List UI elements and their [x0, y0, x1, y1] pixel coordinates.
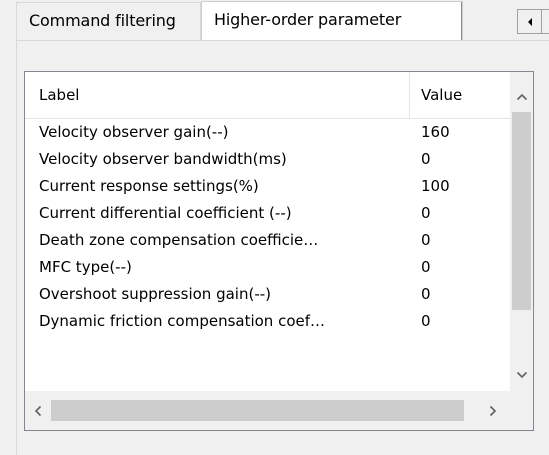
tab-label: Command filtering — [29, 11, 176, 30]
tab-scroll-right-button[interactable] — [542, 9, 549, 34]
table-row[interactable]: Current response settings(%) 100 — [25, 173, 510, 200]
vertical-scrollbar[interactable] — [510, 72, 533, 391]
scrollbar-corner — [510, 391, 533, 430]
triangle-left-icon — [527, 17, 532, 26]
table-header: Label Value — [25, 72, 510, 119]
horizontal-scroll-thumb[interactable] — [51, 400, 464, 421]
row-value[interactable]: 0 — [421, 227, 505, 254]
tab-higher-order-parameter[interactable]: Higher-order parameter — [201, 1, 463, 41]
row-value[interactable]: 160 — [421, 119, 505, 146]
row-value[interactable]: 0 — [421, 254, 505, 281]
row-value[interactable]: 100 — [421, 173, 505, 200]
column-header-value[interactable]: Value — [421, 72, 462, 118]
row-label: Velocity observer gain(--) — [39, 123, 229, 141]
row-label: MFC type(--) — [39, 258, 132, 276]
chevron-up-icon — [516, 93, 527, 101]
chevron-left-icon — [34, 405, 42, 416]
row-label: Death zone compensation coefficie… — [39, 231, 319, 249]
tab-scroll-buttons — [517, 9, 549, 34]
row-value[interactable]: 0 — [421, 146, 505, 173]
row-value[interactable]: 0 — [421, 281, 505, 308]
row-label: Overshoot suppression gain(--) — [39, 285, 272, 303]
parameter-table: Label Value Velocity observer gain(--) 1… — [24, 71, 534, 431]
scroll-up-button[interactable] — [510, 82, 533, 112]
row-label: Current differential coefficient (--) — [39, 204, 292, 222]
column-header-label[interactable]: Label — [39, 72, 79, 118]
horizontal-scrollbar[interactable] — [25, 391, 510, 430]
scroll-right-button[interactable] — [480, 391, 506, 430]
table-row[interactable]: Velocity observer bandwidth(ms) 0 — [25, 146, 510, 173]
scroll-down-button[interactable] — [510, 360, 533, 390]
row-label: Dynamic friction compensation coef… — [39, 312, 326, 330]
table-row[interactable]: Overshoot suppression gain(--) 0 — [25, 281, 510, 308]
vertical-scroll-thumb[interactable] — [512, 112, 531, 310]
row-label: Velocity observer bandwidth(ms) — [39, 150, 287, 168]
table-body: Velocity observer gain(--) 160 Velocity … — [25, 119, 510, 391]
chevron-right-icon — [489, 405, 497, 416]
tab-label: Higher-order parameter — [214, 10, 402, 29]
table-row[interactable]: Death zone compensation coefficie… 0 — [25, 227, 510, 254]
table-row[interactable]: Dynamic friction compensation coef… 0 — [25, 308, 510, 335]
scroll-left-button[interactable] — [25, 391, 51, 430]
table-row[interactable]: Current differential coefficient (--) 0 — [25, 200, 510, 227]
row-value[interactable]: 0 — [421, 308, 505, 335]
tab-command-filtering[interactable]: Command filtering — [16, 2, 201, 40]
chevron-down-icon — [516, 371, 527, 379]
row-label: Current response settings(%) — [39, 177, 259, 195]
table-row[interactable]: MFC type(--) 0 — [25, 254, 510, 281]
parameter-panel: Command filtering Higher-order parameter… — [0, 0, 549, 455]
column-divider[interactable] — [409, 72, 410, 118]
table-row[interactable]: Velocity observer gain(--) 160 — [25, 119, 510, 146]
row-value[interactable]: 0 — [421, 200, 505, 227]
tab-scroll-left-button[interactable] — [517, 9, 542, 34]
